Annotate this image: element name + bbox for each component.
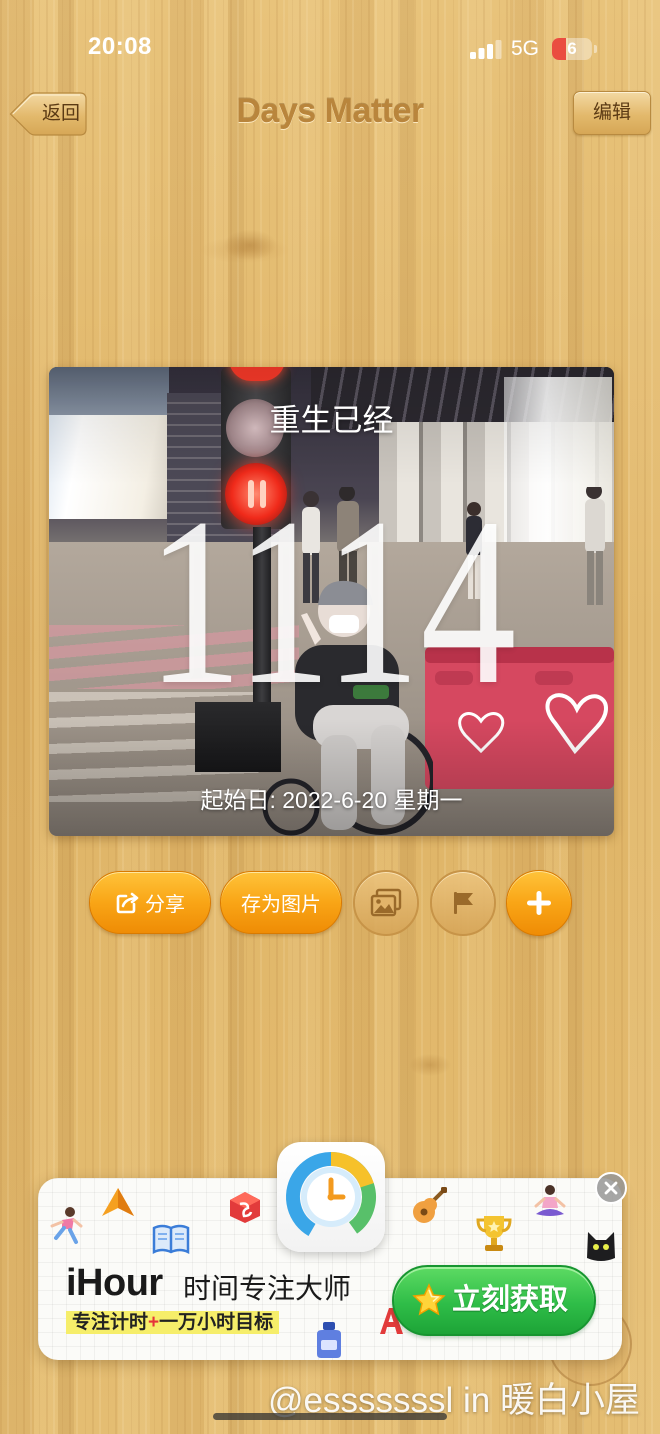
home-indicator[interactable]	[213, 1413, 447, 1420]
save-image-button[interactable]: 存为图片	[220, 871, 342, 934]
trophy-icon	[476, 1216, 512, 1251]
battery-cap	[594, 45, 597, 53]
red-cube-icon	[230, 1192, 260, 1223]
network-type: 5G	[511, 37, 540, 60]
book-icon	[152, 1224, 190, 1255]
image-gallery-icon	[370, 888, 402, 917]
start-date: 起始日: 2022-6-20 星期一	[200, 787, 463, 813]
share-icon	[116, 892, 139, 913]
ad-brand: iHour	[66, 1262, 163, 1304]
share-label: 分享	[145, 894, 185, 916]
day-card: 重生已经 1114 起始日: 2022-6-20 星期一	[49, 367, 614, 836]
battery-percent: 6	[567, 39, 577, 58]
back-button[interactable]: 返回	[8, 91, 88, 137]
add-button[interactable]	[506, 870, 572, 936]
plus-icon	[527, 891, 551, 915]
card-title: 重生已经	[269, 403, 394, 438]
ad-tagline: 时间专注大师	[183, 1273, 352, 1304]
running-person-icon	[50, 1207, 83, 1244]
status-time: 20:08	[88, 33, 152, 60]
ad-highlight-right: 一万小时目标	[159, 1312, 274, 1333]
meditation-icon	[534, 1185, 566, 1216]
battery-icon: 6	[552, 38, 592, 60]
ad-get-now-button[interactable]: 立刻获取	[392, 1265, 596, 1336]
days-count: 1114	[146, 468, 517, 734]
edit-button[interactable]: 编辑	[573, 91, 651, 135]
flag-button[interactable]	[430, 870, 496, 936]
screen: 20:08 5G 6 返回 Days Matter 编辑 重生已经 1114 起…	[0, 0, 660, 1434]
ihour-app-icon[interactable]	[277, 1142, 385, 1252]
ink-bottle-icon	[317, 1322, 341, 1358]
ad-highlight-left: 专注计时	[72, 1312, 149, 1333]
app-title: Days Matter	[236, 92, 424, 130]
ad-cta-label: 立刻获取	[452, 1284, 569, 1316]
close-icon	[604, 1181, 618, 1195]
ad-close-button[interactable]	[595, 1172, 627, 1204]
cat-icon	[587, 1232, 615, 1261]
background-image-button[interactable]	[353, 870, 419, 936]
ad-highlight-plus: +	[148, 1312, 160, 1333]
back-label: 返回	[41, 103, 80, 124]
clock-app-icon	[286, 1152, 376, 1242]
save-image-label: 存为图片	[241, 894, 321, 916]
share-button[interactable]: 分享	[89, 871, 211, 934]
star-icon	[412, 1283, 446, 1316]
ad-highlight: 专注计时+一万小时目标	[66, 1311, 280, 1334]
paper-plane-icon	[102, 1188, 134, 1216]
guitar-icon	[413, 1187, 447, 1223]
cellular-signal-icon	[470, 40, 502, 59]
flag-icon	[454, 892, 473, 914]
